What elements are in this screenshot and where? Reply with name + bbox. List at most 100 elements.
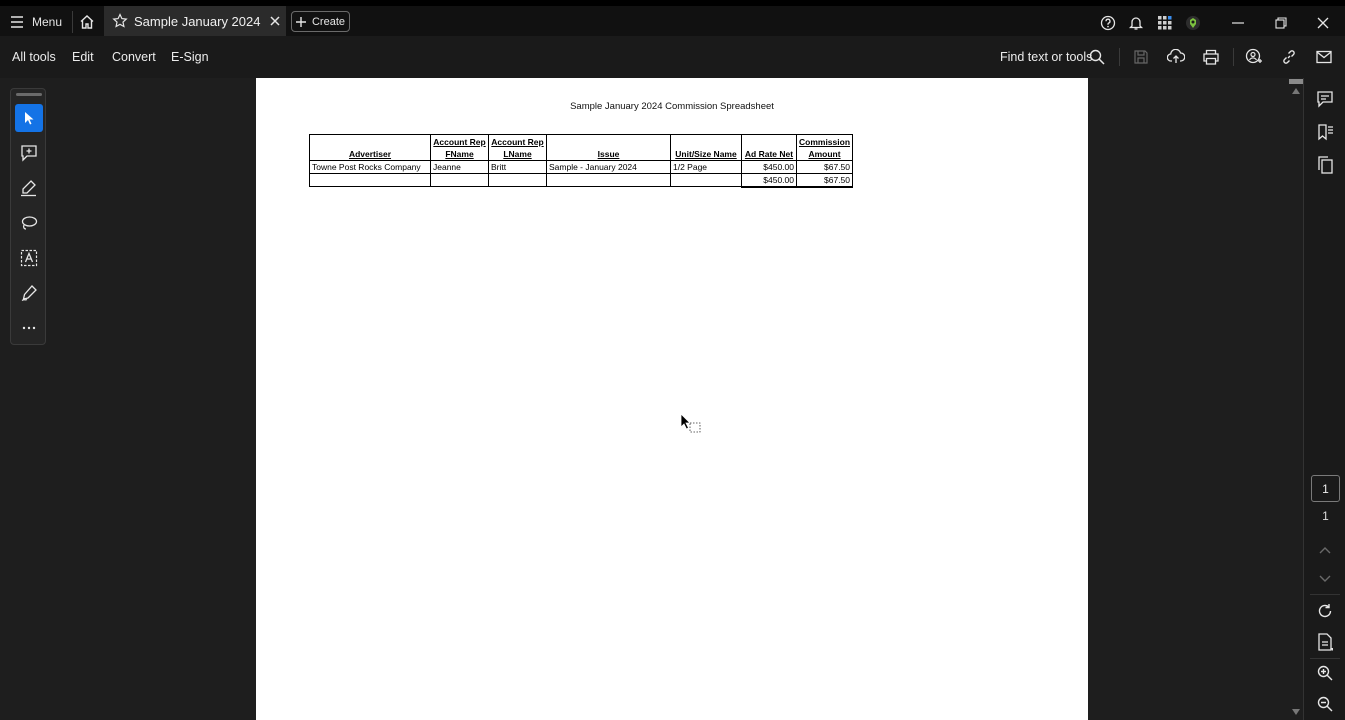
window-close-button[interactable] [1312,12,1334,34]
total-commission: $67.50 [795,173,854,188]
commission-table: Advertiser Account Rep FName Account Rep L… [309,134,854,188]
rail-drag-handle[interactable] [16,93,42,96]
print-button[interactable] [1200,46,1222,68]
next-page-button[interactable] [1314,568,1336,590]
pages-panel-button[interactable] [1314,154,1336,176]
edit-menu[interactable]: Edit [72,50,94,64]
upload-icon [1167,49,1185,63]
help-button[interactable] [1097,12,1119,34]
menu-button[interactable]: Menu [10,12,62,32]
cell-commission: $67.50 [795,160,854,174]
page-settings-icon [1318,633,1333,651]
scroll-up-icon[interactable] [1292,88,1300,94]
find-text-or-tools[interactable]: Find text or tools [1000,50,1092,64]
minimize-icon [1232,22,1244,24]
page-settings-button[interactable] [1314,631,1336,653]
select-arrow-icon [25,112,34,125]
star-icon[interactable] [112,13,128,29]
refresh-icon [1318,604,1332,618]
create-button[interactable]: Create [291,11,350,32]
highlight-tool[interactable] [15,174,43,202]
notifications-button[interactable] [1125,12,1147,34]
all-tools-menu[interactable]: All tools [12,50,56,64]
comments-panel-button[interactable] [1314,88,1336,110]
sign-tool[interactable] [15,279,43,307]
add-comment-icon [21,145,37,162]
mail-button[interactable] [1313,46,1335,68]
esign-menu[interactable]: E-Sign [171,50,209,64]
document-tab[interactable]: Sample January 2024 Co... [104,6,286,36]
restore-button[interactable] [1270,12,1292,34]
scroll-down-icon[interactable] [1292,709,1300,715]
print-icon [1203,49,1219,65]
column-header: Advertiser [309,134,431,161]
cell-empty [670,173,742,187]
cell-empty [488,173,547,187]
search-button[interactable] [1086,46,1108,68]
bell-icon [1128,17,1144,30]
profile-button[interactable] [1182,12,1204,34]
upload-button[interactable] [1165,46,1187,68]
chevron-up-icon [1319,547,1331,554]
bookmarks-panel-button[interactable] [1314,121,1336,143]
apps-button[interactable] [1154,12,1176,34]
cell-empty [430,173,489,187]
column-header: Ad Rate Net [741,134,797,161]
minimize-button[interactable] [1227,12,1249,34]
text-select-tool[interactable] [15,244,43,272]
tab-title: Sample January 2024 Co... [134,13,262,29]
tab-close-button[interactable] [270,16,280,26]
pdf-page[interactable]: Sample January 2024 Commission Spreadshe… [256,78,1088,720]
chevron-down-icon [1319,575,1331,582]
create-label: Create [311,15,346,28]
title-bar: Menu Sample January 2024 Co... Create [0,0,1345,36]
share-button[interactable] [1243,46,1265,68]
share-icon [1245,48,1262,64]
link-icon [1283,50,1295,64]
add-comment-tool[interactable] [15,139,43,167]
menu-label: Menu [32,15,63,29]
home-button[interactable] [76,11,98,33]
rotate-button[interactable] [1314,600,1336,622]
zoom-out-icon [1317,696,1333,712]
zoom-out-button[interactable] [1314,693,1336,715]
save-button[interactable] [1130,46,1152,68]
comments-icon [1317,91,1333,108]
scrollbar-thumb[interactable] [1289,79,1303,84]
column-header: Commission Amount [795,134,854,161]
right-side-rail: 1 1 [1303,78,1345,720]
search-icon [1089,49,1105,65]
total-pages: 1 [1322,509,1329,523]
home-icon [80,15,94,29]
cell-rep-lname: Britt [488,160,547,174]
lasso-icon [21,216,38,230]
vertical-scrollbar[interactable] [1289,78,1303,720]
mouse-cursor-icon [680,413,704,442]
apps-icon [1158,16,1172,30]
pages-icon [1318,156,1333,174]
more-tools-button[interactable] [15,314,43,342]
zoom-in-button[interactable] [1314,662,1336,684]
cell-empty [309,173,431,187]
table-row: Towne Post Rocks Company Jeanne Britt Sa… [309,160,854,174]
mail-icon [1316,50,1332,64]
help-icon [1100,15,1116,31]
save-icon [1134,50,1148,64]
plus-icon [295,16,306,27]
cell-rep-fname: Jeanne [430,160,489,174]
text-select-icon [20,249,38,267]
lasso-tool[interactable] [15,209,43,237]
restore-icon [1275,17,1287,29]
previous-page-button[interactable] [1314,539,1336,561]
column-header: Account Rep LName [488,134,547,161]
menu-icon [11,16,23,28]
select-tool[interactable] [15,104,43,132]
cell-unit-size: 1/2 Page [670,160,742,174]
cell-ad-rate-net: $450.00 [741,160,797,174]
sign-icon [21,285,37,302]
column-header: Account Rep FName [430,134,489,161]
current-page-input[interactable]: 1 [1311,475,1340,502]
convert-menu[interactable]: Convert [112,50,156,64]
link-button[interactable] [1278,46,1300,68]
divider [1310,594,1340,595]
